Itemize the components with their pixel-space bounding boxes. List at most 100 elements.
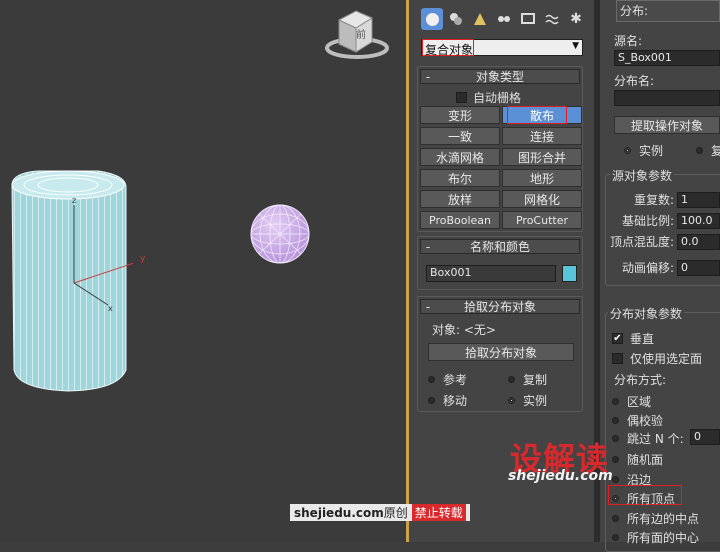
viewcube-face-label: 前 bbox=[356, 30, 366, 41]
pick-distribution-rollout: - 拾取分布对象 对象: <无> 拾取分布对象 参考 复制 移动 实例 bbox=[417, 296, 583, 412]
mesher-button[interactable]: 网格化 bbox=[502, 190, 582, 208]
method-all-edge-midpoints-radio[interactable]: 所有边的中点 bbox=[612, 510, 699, 527]
hierarchy-icon bbox=[474, 13, 486, 25]
reference-radio[interactable]: 参考 bbox=[428, 371, 467, 388]
method-even-radio[interactable]: 偶校验 bbox=[612, 412, 663, 429]
radio-icon bbox=[612, 476, 619, 483]
duplicates-label: 重复数: bbox=[634, 193, 675, 207]
extract-instance-radio[interactable]: 实例 bbox=[624, 142, 663, 159]
collapse-icon: - bbox=[425, 299, 431, 314]
svg-text:x: x bbox=[108, 304, 113, 313]
instance-radio[interactable]: 实例 bbox=[508, 392, 547, 409]
scatter-button[interactable]: 散布 bbox=[502, 106, 582, 124]
vertex-chaos-label: 顶点混乱度: bbox=[610, 235, 675, 249]
source-name-label: 源名: bbox=[614, 34, 643, 48]
radio-icon bbox=[612, 417, 619, 424]
credit-original: 原创 bbox=[383, 506, 408, 520]
perspective-viewport[interactable]: 前 z x y bbox=[0, 0, 406, 542]
source-name-field[interactable]: S_Box001 bbox=[614, 50, 720, 66]
category-dropdown[interactable]: 复合对象 ▼ bbox=[421, 39, 583, 57]
extra-tab[interactable]: ✱ bbox=[565, 8, 587, 30]
distribution-params-title: 分布对象参数 bbox=[608, 305, 685, 322]
procutter-button[interactable]: ProCutter bbox=[502, 211, 582, 229]
skip-n-spinner[interactable]: 0 bbox=[690, 429, 720, 445]
motion-icon bbox=[498, 16, 510, 22]
utilities-tab[interactable] bbox=[541, 8, 563, 30]
pick-distribution-title: 拾取分布对象 bbox=[463, 300, 536, 314]
credit-watermark: shejiedu.com 原创 禁止转载 bbox=[290, 504, 470, 521]
display-tab[interactable] bbox=[517, 8, 539, 30]
modify-tab[interactable] bbox=[445, 8, 467, 30]
radio-selected-icon bbox=[624, 147, 631, 154]
create-tab[interactable] bbox=[421, 8, 443, 30]
copy-radio[interactable]: 复制 bbox=[508, 371, 547, 388]
method-all-face-centers-radio[interactable]: 所有面的中心 bbox=[612, 529, 699, 546]
method-area-radio[interactable]: 区域 bbox=[612, 393, 651, 410]
cylinder-wireframe[interactable]: z x bbox=[8, 165, 133, 395]
radio-icon bbox=[612, 456, 619, 463]
radio-icon bbox=[508, 376, 515, 383]
svg-text:z: z bbox=[72, 196, 76, 205]
boolean-button[interactable]: 布尔 bbox=[420, 169, 500, 187]
display-icon bbox=[521, 13, 535, 24]
y-axis-label: y bbox=[140, 254, 146, 264]
collapse-icon: - bbox=[425, 239, 431, 254]
blobmesh-button[interactable]: 水滴网格 bbox=[420, 148, 500, 166]
name-color-rollout: - 名称和颜色 Box001 bbox=[417, 236, 583, 290]
checkmark-icon: ✔ bbox=[612, 333, 623, 344]
name-color-title: 名称和颜色 bbox=[469, 240, 530, 254]
distribution-object-label: 对象: <无> bbox=[432, 323, 496, 337]
morph-button[interactable]: 变形 bbox=[420, 106, 500, 124]
vertex-chaos-spinner[interactable]: 0.0 bbox=[677, 234, 720, 250]
base-scale-spinner[interactable]: 100.0 bbox=[677, 213, 720, 229]
method-random-faces-radio[interactable]: 随机面 bbox=[612, 451, 663, 468]
radio-icon bbox=[612, 515, 619, 522]
animation-offset-label: 动画偏移: bbox=[622, 261, 675, 275]
create-icon bbox=[425, 12, 439, 26]
credit-warning: 禁止转载 bbox=[411, 504, 466, 521]
distribution-name-field[interactable] bbox=[614, 90, 720, 106]
proboolean-button[interactable]: ProBoolean bbox=[420, 211, 500, 229]
extract-operand-button[interactable]: 提取操作对象 bbox=[614, 116, 720, 134]
pick-distribution-button[interactable]: 拾取分布对象 bbox=[428, 343, 574, 361]
radio-icon bbox=[612, 435, 619, 442]
distribution-header-field: 分布: bbox=[616, 0, 720, 22]
method-skip-n-radio[interactable]: 跳过 N 个: bbox=[612, 430, 684, 447]
geosphere-wireframe[interactable] bbox=[248, 203, 312, 265]
brand-watermark-url: shejiedu.com bbox=[508, 468, 613, 484]
conform-button[interactable]: 一致 bbox=[420, 127, 500, 145]
connect-button[interactable]: 连接 bbox=[502, 127, 582, 145]
name-color-header[interactable]: - 名称和颜色 bbox=[420, 239, 580, 254]
perpendicular-checkbox[interactable]: ✔ 垂直 bbox=[612, 330, 654, 347]
object-type-header[interactable]: - 对象类型 bbox=[420, 69, 580, 84]
chevron-down-icon: ▼ bbox=[572, 41, 579, 51]
radio-selected-icon bbox=[612, 495, 619, 502]
radio-icon bbox=[612, 398, 619, 405]
use-selected-faces-checkbox[interactable]: 仅使用选定面 bbox=[612, 350, 702, 367]
autogrid-checkbox[interactable]: 自动栅格 bbox=[456, 89, 521, 106]
radio-icon bbox=[696, 147, 703, 154]
autogrid-check-icon bbox=[456, 92, 467, 103]
source-params-title: 源对象参数 bbox=[610, 167, 675, 184]
duplicates-spinner[interactable]: 1 bbox=[677, 192, 720, 208]
motion-tab[interactable] bbox=[493, 8, 515, 30]
hierarchy-tab[interactable] bbox=[469, 8, 491, 30]
base-scale-label: 基础比例: bbox=[622, 214, 675, 228]
radio-icon bbox=[428, 376, 435, 383]
modify-icon bbox=[450, 13, 462, 25]
utilities-icon bbox=[545, 14, 559, 25]
checkbox-icon bbox=[612, 353, 623, 364]
extract-copy-radio[interactable]: 复 bbox=[696, 142, 720, 159]
credit-site: shejiedu.com bbox=[294, 505, 384, 520]
pick-distribution-header[interactable]: - 拾取分布对象 bbox=[420, 299, 580, 314]
autogrid-label: 自动栅格 bbox=[473, 91, 522, 105]
move-radio[interactable]: 移动 bbox=[428, 392, 467, 409]
terrain-button[interactable]: 地形 bbox=[502, 169, 582, 187]
loft-button[interactable]: 放样 bbox=[420, 190, 500, 208]
distribution-method-label: 分布方式: bbox=[614, 373, 667, 387]
shapemerge-button[interactable]: 图形合并 bbox=[502, 148, 582, 166]
method-all-vertices-radio[interactable]: 所有顶点 bbox=[612, 490, 675, 507]
object-name-field[interactable]: Box001 bbox=[426, 265, 556, 282]
animation-offset-spinner[interactable]: 0 bbox=[677, 260, 720, 276]
object-color-swatch[interactable] bbox=[562, 265, 577, 282]
